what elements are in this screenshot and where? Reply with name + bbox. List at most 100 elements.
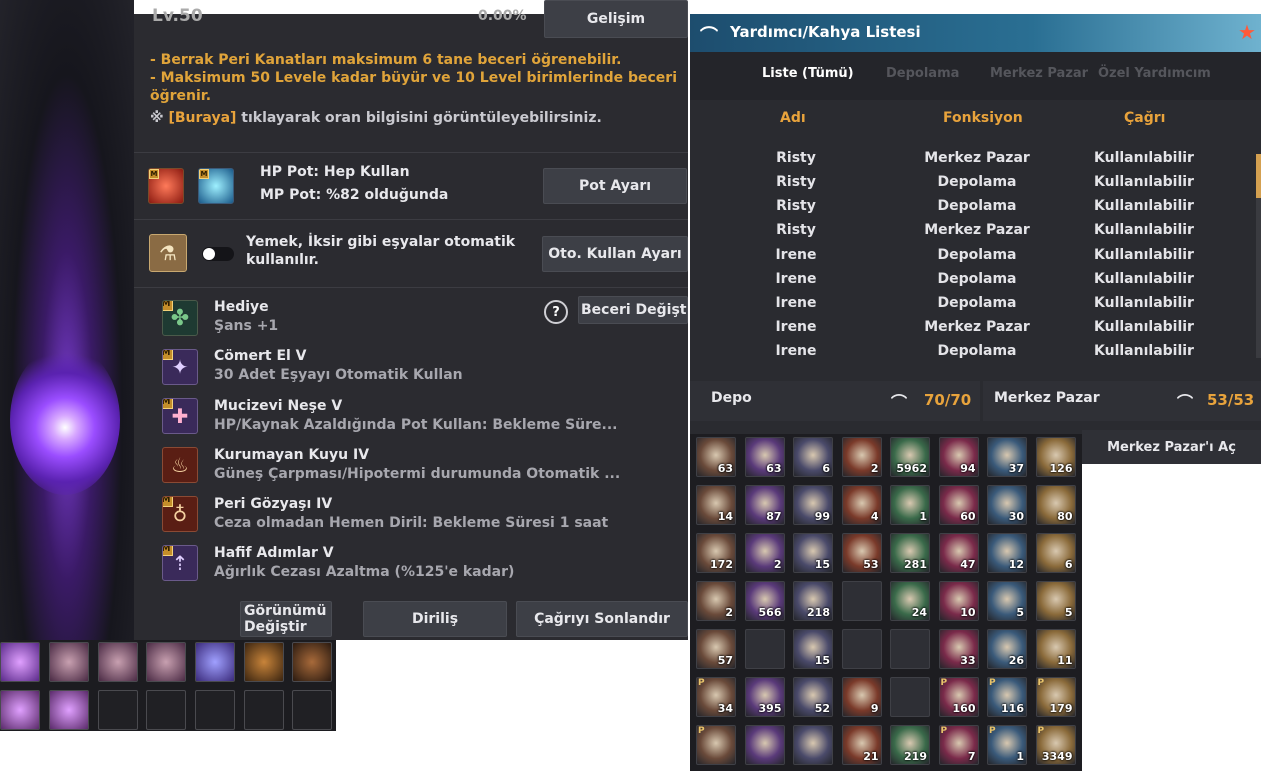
inventory-item[interactable]: 5962 bbox=[890, 437, 930, 477]
tab-storage[interactable]: Depolama bbox=[886, 66, 959, 81]
empty-inventory-slot[interactable] bbox=[744, 725, 785, 765]
tab-list-all[interactable]: Liste (Tümü) bbox=[762, 66, 854, 81]
inventory-item[interactable]: 11 bbox=[1035, 629, 1076, 669]
table-row[interactable]: Risty Merkez Pazar Kullanılabilir bbox=[690, 150, 1261, 170]
empty-inventory-slot[interactable] bbox=[890, 677, 930, 717]
change-view-button[interactable]: Görünümü Değiştir bbox=[240, 601, 332, 637]
inventory-item[interactable]: P 179 bbox=[1035, 677, 1076, 717]
empty-inventory-slot[interactable] bbox=[890, 629, 930, 669]
item-count: 11 bbox=[1057, 654, 1073, 667]
empty-slot[interactable] bbox=[244, 690, 284, 730]
empty-slot[interactable] bbox=[98, 690, 138, 730]
revive-button[interactable]: Diriliş bbox=[363, 601, 507, 637]
slot-item[interactable] bbox=[244, 642, 284, 682]
empty-slot[interactable] bbox=[146, 690, 186, 730]
inventory-item[interactable]: 15 bbox=[793, 629, 833, 669]
skill-change-button[interactable]: Beceri Değiştir bbox=[578, 296, 688, 324]
inventory-item[interactable]: 53 bbox=[841, 533, 882, 573]
pot-settings-button[interactable]: Pot Ayarı bbox=[543, 168, 687, 204]
empty-inventory-slot[interactable] bbox=[744, 629, 785, 669]
slot-item[interactable] bbox=[98, 642, 138, 682]
rate-info-link[interactable]: [Buraya] bbox=[168, 110, 236, 126]
inventory-item[interactable]: 4 bbox=[841, 485, 882, 525]
inventory-item[interactable]: 2 bbox=[696, 581, 736, 621]
table-row[interactable]: Irene Depolama Kullanılabilir bbox=[690, 247, 1261, 267]
inventory-item[interactable]: 30 bbox=[987, 485, 1027, 525]
favorite-star-icon[interactable]: ★ bbox=[1238, 20, 1256, 44]
inventory-item[interactable]: 21 bbox=[841, 725, 882, 765]
inventory-item[interactable]: P7 bbox=[938, 725, 979, 765]
develop-button[interactable]: Gelişim bbox=[544, 0, 688, 38]
end-call-button[interactable]: Çağrıyı Sonlandır bbox=[516, 601, 688, 637]
slot-item[interactable] bbox=[0, 642, 40, 682]
inventory-item[interactable]: 52 bbox=[793, 677, 833, 717]
inventory-item[interactable]: 6 bbox=[793, 437, 833, 477]
item-count: 281 bbox=[904, 558, 927, 571]
scrollbar-thumb[interactable] bbox=[1256, 154, 1261, 198]
inventory-item[interactable]: 47 bbox=[938, 533, 979, 573]
table-row[interactable]: Irene Merkez Pazar Kullanılabilir bbox=[690, 319, 1261, 339]
auto-use-toggle[interactable] bbox=[202, 247, 234, 261]
inventory-item[interactable]: 15 bbox=[793, 533, 833, 573]
help-icon[interactable]: ? bbox=[544, 300, 568, 324]
table-row[interactable]: Irene Depolama Kullanılabilir bbox=[690, 295, 1261, 315]
table-scrollbar[interactable] bbox=[1256, 154, 1261, 358]
table-row[interactable]: Risty Depolama Kullanılabilir bbox=[690, 198, 1261, 218]
empty-inventory-slot[interactable] bbox=[841, 629, 882, 669]
inventory-item[interactable]: 87 bbox=[744, 485, 785, 525]
slot-item[interactable] bbox=[49, 690, 89, 730]
inventory-item[interactable]: 5 bbox=[987, 581, 1027, 621]
slot-item[interactable] bbox=[146, 642, 186, 682]
inventory-item[interactable]: 99 bbox=[793, 485, 833, 525]
inventory-item[interactable]: 281 bbox=[890, 533, 930, 573]
table-row[interactable]: Risty Depolama Kullanılabilir bbox=[690, 174, 1261, 194]
row-function: Merkez Pazar bbox=[924, 222, 1030, 238]
tab-my-assistant[interactable]: Özel Yardımcım bbox=[1098, 66, 1211, 81]
table-row[interactable]: Irene Depolama Kullanılabilir bbox=[690, 271, 1261, 291]
inventory-item[interactable]: P 116 bbox=[987, 677, 1027, 717]
inventory-item[interactable]: 37 bbox=[987, 437, 1027, 477]
inventory-item[interactable]: 172 bbox=[696, 533, 736, 573]
auto-use-settings-button[interactable]: Oto. Kullan Ayarı bbox=[542, 236, 688, 272]
open-market-button[interactable]: Merkez Pazar'ı Aç bbox=[1082, 430, 1261, 464]
empty-inventory-slot[interactable] bbox=[841, 581, 882, 621]
slot-item[interactable] bbox=[195, 642, 235, 682]
inventory-item[interactable]: 26 bbox=[987, 629, 1027, 669]
empty-slot[interactable] bbox=[195, 690, 235, 730]
inventory-item[interactable]: 60 bbox=[938, 485, 979, 525]
inventory-item[interactable]: 10 bbox=[938, 581, 979, 621]
inventory-item[interactable]: 2 bbox=[744, 533, 785, 573]
inventory-item[interactable]: P 34 bbox=[696, 677, 736, 717]
inventory-item[interactable]: 218 bbox=[793, 581, 833, 621]
inventory-item[interactable]: 57 bbox=[696, 629, 736, 669]
empty-inventory-slot[interactable] bbox=[793, 725, 833, 765]
inventory-item[interactable]: 126 bbox=[1035, 437, 1076, 477]
inventory-item[interactable]: 219 bbox=[890, 725, 930, 765]
inventory-item[interactable]: P 160 bbox=[938, 677, 979, 717]
slot-item[interactable] bbox=[292, 642, 332, 682]
inventory-item[interactable]: 80 bbox=[1035, 485, 1076, 525]
inventory-item[interactable]: 63 bbox=[744, 437, 785, 477]
empty-inventory-slot[interactable]: P bbox=[696, 725, 736, 765]
inventory-item[interactable]: 94 bbox=[938, 437, 979, 477]
inventory-item[interactable]: 6 bbox=[1035, 533, 1076, 573]
inventory-item[interactable]: 14 bbox=[696, 485, 736, 525]
tab-central-market[interactable]: Merkez Pazar bbox=[990, 66, 1088, 81]
inventory-item[interactable]: 9 bbox=[841, 677, 882, 717]
inventory-item[interactable]: 33 bbox=[938, 629, 979, 669]
inventory-item[interactable]: 5 bbox=[1035, 581, 1076, 621]
slot-item[interactable] bbox=[49, 642, 89, 682]
inventory-item[interactable]: 12 bbox=[987, 533, 1027, 573]
inventory-item[interactable]: 395 bbox=[744, 677, 785, 717]
table-row[interactable]: Irene Depolama Kullanılabilir bbox=[690, 343, 1261, 363]
inventory-item[interactable]: P 3349 bbox=[1035, 725, 1076, 765]
empty-slot[interactable] bbox=[292, 690, 332, 730]
inventory-item[interactable]: 2 bbox=[841, 437, 882, 477]
slot-item[interactable] bbox=[0, 690, 40, 730]
inventory-item[interactable]: 1 bbox=[890, 485, 930, 525]
inventory-item[interactable]: P1 bbox=[987, 725, 1027, 765]
inventory-item[interactable]: 566 bbox=[744, 581, 785, 621]
inventory-item[interactable]: 63 bbox=[696, 437, 736, 477]
table-row[interactable]: Risty Merkez Pazar Kullanılabilir bbox=[690, 222, 1261, 242]
inventory-item[interactable]: 24 bbox=[890, 581, 930, 621]
